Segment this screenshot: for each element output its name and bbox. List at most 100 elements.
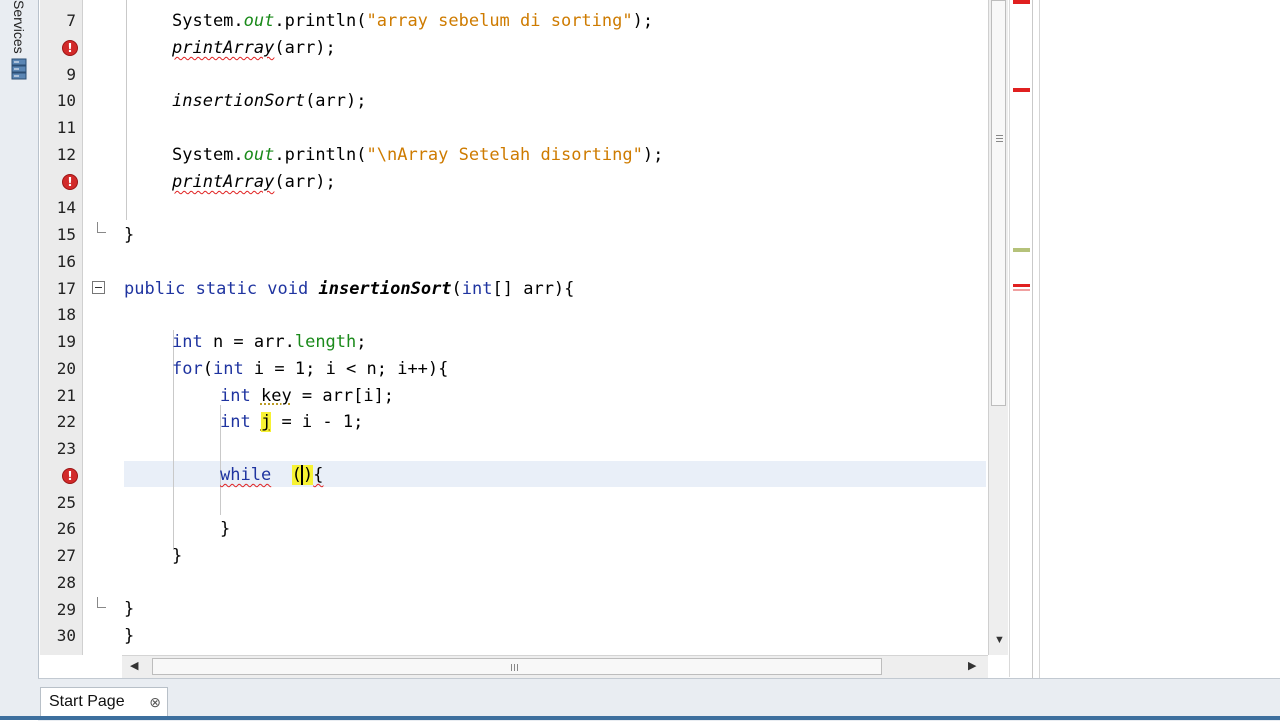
- code-line-24: while (){: [220, 462, 323, 488]
- scroll-grip: [996, 135, 1003, 136]
- line-number: 18: [40, 305, 76, 324]
- code-line-15: }: [124, 222, 134, 248]
- fold-end-marker: [97, 597, 106, 608]
- code-token: (arr);: [274, 172, 335, 192]
- horizontal-scrollbar[interactable]: ◀ ▶: [122, 655, 988, 678]
- line-number: 22: [40, 412, 76, 431]
- error-mark[interactable]: [1013, 0, 1030, 4]
- panel-divider: [1039, 0, 1040, 678]
- code-area[interactable]: System.out.println("array sebelum di sor…: [124, 0, 992, 655]
- code-token: insertionSort: [318, 279, 451, 299]
- fold-end-marker: [97, 222, 106, 233]
- error-icon[interactable]: !: [62, 468, 78, 484]
- code-token: [] arr){: [493, 279, 575, 299]
- code-token: insertionSort: [172, 91, 305, 111]
- code-token: out: [244, 145, 275, 165]
- code-token: );: [633, 11, 653, 31]
- tab-start-page[interactable]: Start Page ⊗: [40, 687, 168, 717]
- code-token: System.: [172, 11, 244, 31]
- right-panel: [1032, 0, 1280, 678]
- horizontal-scroll-thumb[interactable]: [152, 658, 882, 675]
- line-number: 9: [40, 65, 76, 84]
- scroll-right-arrow-icon[interactable]: ▶: [968, 659, 976, 672]
- line-number: 19: [40, 332, 76, 351]
- vertical-scrollbar[interactable]: ▼: [988, 0, 1008, 655]
- code-line-12: System.out.println("\nArray Setelah diso…: [172, 142, 663, 168]
- code-token: "\nArray Setelah disorting": [367, 145, 643, 165]
- scroll-grip: [517, 664, 518, 671]
- code-editor[interactable]: 7! 9 10 11 12! 14 15 16 17 18 19 20 21 22 23! 25 26 27 28 2…: [40, 0, 1008, 655]
- code-line-29: }: [124, 596, 134, 622]
- error-mark[interactable]: [1013, 284, 1030, 287]
- code-token: }: [172, 546, 182, 566]
- services-tab[interactable]: Services: [6, 0, 32, 78]
- code-token: ): [303, 465, 313, 485]
- code-token: while: [220, 465, 271, 485]
- bottom-tab-bar: Start Page ⊗: [38, 678, 1280, 721]
- line-number-gutter: 7! 9 10 11 12! 14 15 16 17 18 19 20 21 22 23! 25 26 27 28 2…: [40, 0, 83, 655]
- code-token: printArray: [172, 172, 274, 192]
- scroll-left-arrow-icon[interactable]: ◀: [130, 659, 138, 672]
- scroll-grip: [514, 664, 515, 671]
- code-line-8: printArray(arr);: [172, 35, 336, 61]
- line-number: 17: [40, 279, 76, 298]
- code-token: }: [124, 626, 134, 646]
- code-token: = arr[i];: [292, 386, 394, 406]
- code-line-19: int n = arr.length;: [172, 329, 367, 355]
- code-token: out: [244, 11, 275, 31]
- code-token: (arr);: [274, 38, 335, 58]
- fold-toggle-insertionSort[interactable]: [92, 281, 105, 294]
- line-number: 20: [40, 359, 76, 378]
- error-mark[interactable]: [1013, 289, 1030, 291]
- tab-label: Start Page: [49, 693, 125, 710]
- code-line-30: }: [124, 623, 134, 649]
- code-token: .println(: [274, 11, 366, 31]
- code-token: System.: [172, 145, 244, 165]
- warning-mark[interactable]: [1013, 248, 1030, 252]
- line-number: 30: [40, 626, 76, 645]
- error-icon[interactable]: !: [62, 174, 78, 190]
- close-icon[interactable]: ⊗: [149, 688, 161, 716]
- code-token: (: [452, 279, 462, 299]
- line-number: 29: [40, 600, 76, 619]
- scroll-down-arrow-icon[interactable]: ▼: [994, 634, 1005, 646]
- line-number: 23: [40, 439, 76, 458]
- code-token: j: [261, 412, 271, 432]
- left-side-strip: Services: [0, 0, 39, 720]
- services-tab-label: Services: [10, 0, 28, 54]
- code-token: public static void: [124, 279, 308, 299]
- fold-column: [83, 0, 119, 655]
- line-number: 16: [40, 252, 76, 271]
- code-token: {: [313, 465, 323, 485]
- code-line-22: int j = i - 1;: [220, 409, 363, 435]
- line-number: 12: [40, 145, 76, 164]
- scroll-grip: [511, 664, 512, 671]
- code-line-7: System.out.println("array sebelum di sor…: [172, 8, 653, 34]
- code-token: (arr);: [305, 91, 366, 111]
- line-number: 10: [40, 91, 76, 110]
- code-token: printArray: [172, 38, 274, 58]
- error-mark[interactable]: [1013, 88, 1030, 92]
- code-token: );: [643, 145, 663, 165]
- code-token: for: [172, 359, 203, 379]
- code-token: key: [261, 386, 292, 406]
- error-icon[interactable]: !: [62, 40, 78, 56]
- bottom-accent-bar: [0, 716, 1280, 720]
- code-token: int: [213, 359, 244, 379]
- code-line-20: for(int i = 1; i < n; i++){: [172, 356, 448, 382]
- code-line-13: printArray(arr);: [172, 169, 336, 195]
- code-token: .println(: [274, 145, 366, 165]
- code-token: = i - 1;: [271, 412, 363, 432]
- code-token: "array sebelum di sorting": [367, 11, 633, 31]
- code-token: i = 1; i < n; i++){: [244, 359, 449, 379]
- error-stripe[interactable]: [1009, 0, 1033, 677]
- code-token: int: [172, 332, 203, 352]
- line-number: 7: [40, 11, 76, 30]
- vertical-scroll-thumb[interactable]: [991, 0, 1006, 406]
- code-token: }: [220, 519, 230, 539]
- line-number: 15: [40, 225, 76, 244]
- code-token: n = arr.: [203, 332, 295, 352]
- line-number: 26: [40, 519, 76, 538]
- code-line-10: insertionSort(arr);: [172, 88, 366, 114]
- line-number: 14: [40, 198, 76, 217]
